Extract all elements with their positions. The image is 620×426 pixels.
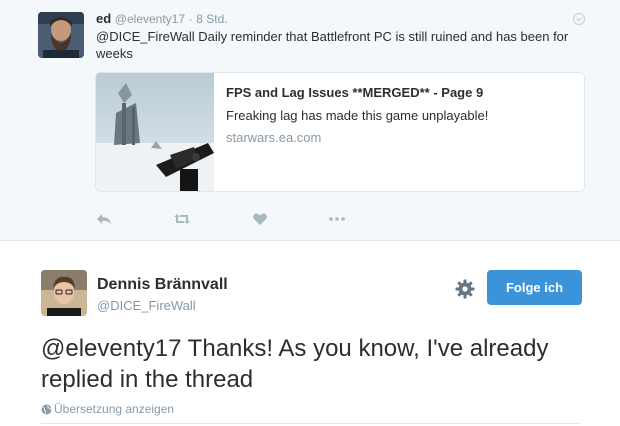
- translate-label: Übersetzung anzeigen: [54, 402, 175, 416]
- gear-icon[interactable]: [454, 278, 476, 300]
- timestamp[interactable]: 8 Std.: [196, 12, 227, 26]
- tweet-header: ed @eleventy17 · 8 Std.: [96, 11, 228, 26]
- tweet-text: @DICE_FireWall Daily reminder that Battl…: [96, 29, 569, 61]
- like-icon[interactable]: [251, 210, 269, 228]
- author-handle[interactable]: @DICE_FireWall: [97, 298, 196, 313]
- author-handle[interactable]: @eleventy17: [115, 12, 185, 26]
- divider: [41, 423, 581, 424]
- avatar[interactable]: [41, 270, 87, 316]
- avatar[interactable]: [38, 12, 84, 58]
- globe-icon: [41, 404, 52, 415]
- follow-button[interactable]: Folge ich: [487, 270, 582, 305]
- separator: ·: [188, 12, 193, 26]
- retweet-icon[interactable]: [173, 210, 191, 228]
- more-icon[interactable]: [328, 210, 346, 228]
- card-thumbnail: [96, 73, 214, 191]
- tweet-actions: [0, 210, 620, 230]
- author-name[interactable]: ed: [96, 11, 111, 26]
- author-name[interactable]: Dennis Brännvall: [97, 276, 228, 294]
- card-domain: starwars.ea.com: [226, 130, 322, 145]
- link-card[interactable]: FPS and Lag Issues **MERGED** - Page 9 F…: [95, 72, 585, 192]
- caret-down-icon[interactable]: [572, 12, 586, 26]
- card-title[interactable]: FPS and Lag Issues **MERGED** - Page 9: [226, 85, 483, 100]
- reply-icon[interactable]: [95, 210, 113, 228]
- replied-tweet: ed @eleventy17 · 8 Std. @DICE_FireWall D…: [0, 0, 620, 241]
- card-description: Freaking lag has made this game unplayab…: [226, 108, 489, 123]
- tweet-text: @eleventy17 Thanks! As you know, I've al…: [41, 335, 549, 393]
- translate-link[interactable]: Übersetzung anzeigen: [41, 402, 174, 416]
